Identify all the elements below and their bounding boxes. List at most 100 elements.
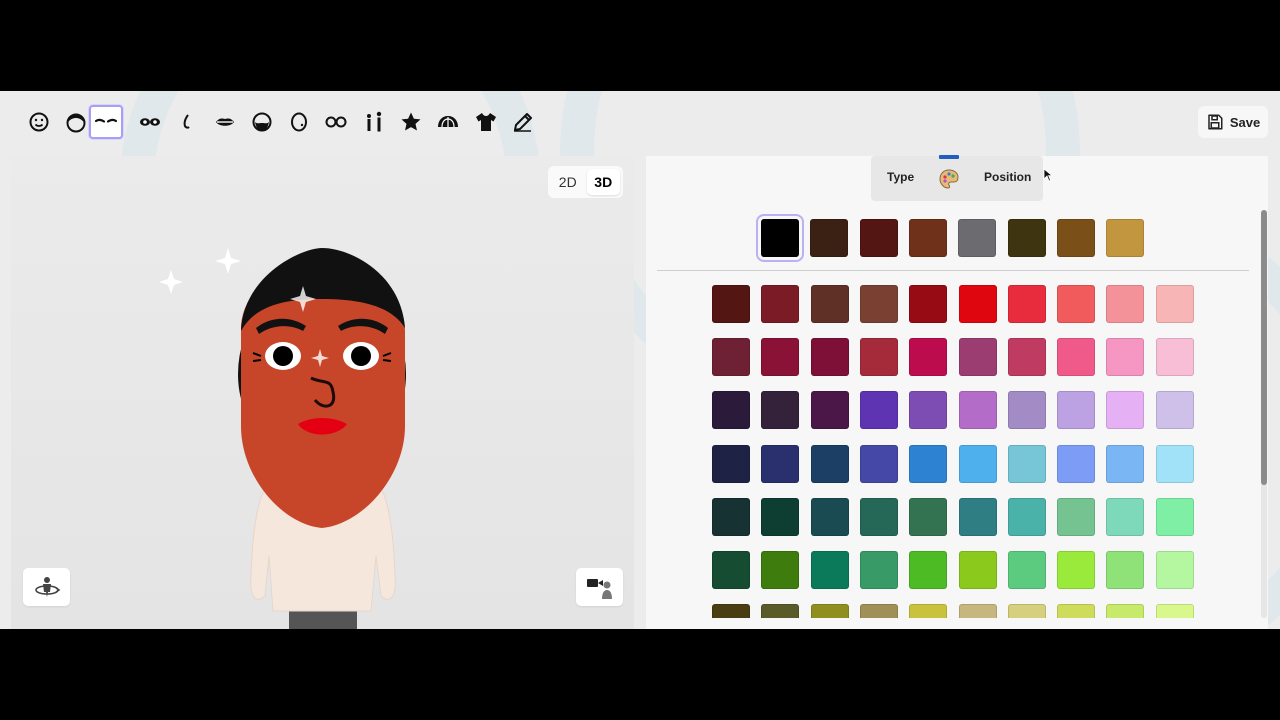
tool-nose[interactable] <box>170 105 204 139</box>
color-swatch[interactable] <box>958 551 997 589</box>
color-swatch[interactable] <box>1007 285 1046 323</box>
color-swatch[interactable] <box>909 604 948 618</box>
tool-hair[interactable] <box>59 105 93 139</box>
tab-position[interactable]: Position <box>984 170 1031 184</box>
color-swatch[interactable] <box>761 391 800 430</box>
color-swatch[interactable] <box>1007 219 1046 257</box>
color-swatch[interactable] <box>810 551 849 589</box>
tool-body[interactable] <box>357 105 391 139</box>
character-preview[interactable] <box>11 156 634 629</box>
color-swatch[interactable] <box>712 285 750 323</box>
view-2d-button[interactable]: 2D <box>551 169 585 195</box>
tool-headwear[interactable] <box>431 105 465 139</box>
color-swatch[interactable] <box>810 391 849 430</box>
color-swatch[interactable] <box>1106 219 1145 257</box>
color-swatch[interactable] <box>712 497 750 536</box>
color-swatch[interactable] <box>909 497 948 536</box>
color-swatch[interactable] <box>1007 551 1046 589</box>
color-swatch[interactable] <box>1155 285 1194 323</box>
palette-icon[interactable] <box>938 168 960 190</box>
color-swatch[interactable] <box>810 444 849 483</box>
color-swatch[interactable] <box>909 338 948 377</box>
color-swatch[interactable] <box>859 551 898 589</box>
color-swatch[interactable] <box>1007 497 1046 536</box>
color-swatch[interactable] <box>761 338 800 377</box>
color-swatch[interactable] <box>712 391 750 430</box>
tool-mouth[interactable] <box>208 105 242 139</box>
color-swatch[interactable] <box>810 285 849 323</box>
color-swatch[interactable] <box>1106 551 1145 589</box>
color-swatch[interactable] <box>958 219 997 257</box>
color-swatch[interactable] <box>909 551 948 589</box>
color-swatch[interactable] <box>712 444 750 483</box>
color-swatch[interactable] <box>908 219 947 257</box>
color-swatch[interactable] <box>1106 285 1145 323</box>
color-swatch[interactable] <box>958 391 997 430</box>
camera-pose-button[interactable] <box>576 568 623 606</box>
tool-beard[interactable] <box>245 105 279 139</box>
color-swatch[interactable] <box>1056 219 1095 257</box>
color-swatch[interactable] <box>1106 391 1145 430</box>
color-swatch[interactable] <box>859 338 898 377</box>
color-swatch[interactable] <box>1057 285 1096 323</box>
color-swatch[interactable] <box>810 604 849 618</box>
tool-eyebrows[interactable] <box>89 105 123 139</box>
color-swatch[interactable] <box>958 444 997 483</box>
tool-favorite[interactable] <box>394 105 428 139</box>
color-swatch[interactable] <box>859 604 898 618</box>
color-swatch[interactable] <box>859 444 898 483</box>
color-swatch[interactable] <box>859 497 898 536</box>
color-swatch[interactable] <box>1155 444 1194 483</box>
color-swatch[interactable] <box>810 497 849 536</box>
tool-glasses[interactable] <box>319 105 353 139</box>
color-swatch[interactable] <box>1155 497 1194 536</box>
color-swatch[interactable] <box>1155 604 1194 618</box>
color-swatch[interactable] <box>909 444 948 483</box>
save-button[interactable]: Save <box>1198 106 1268 138</box>
color-swatch[interactable] <box>761 604 800 618</box>
color-swatch[interactable] <box>810 338 849 377</box>
color-swatch[interactable] <box>1057 391 1096 430</box>
color-swatch[interactable] <box>761 551 800 589</box>
scrollbar-thumb[interactable] <box>1261 210 1267 485</box>
rotate-view-button[interactable] <box>23 568 70 606</box>
tab-type[interactable]: Type <box>887 170 914 184</box>
color-swatch[interactable] <box>1106 497 1145 536</box>
color-swatch[interactable] <box>761 444 800 483</box>
color-swatch[interactable] <box>859 285 898 323</box>
color-swatch[interactable] <box>1155 551 1194 589</box>
color-swatch[interactable] <box>909 285 948 323</box>
color-swatch[interactable] <box>712 338 750 377</box>
color-swatch[interactable] <box>1057 338 1096 377</box>
color-swatch[interactable] <box>1007 604 1046 618</box>
tool-eyes[interactable] <box>133 105 167 139</box>
color-swatch[interactable] <box>958 338 997 377</box>
color-swatch[interactable] <box>1057 497 1096 536</box>
color-swatch[interactable] <box>1007 338 1046 377</box>
color-swatch[interactable] <box>958 497 997 536</box>
tool-face[interactable] <box>22 105 56 139</box>
color-swatch[interactable] <box>1057 444 1096 483</box>
color-swatch[interactable] <box>909 391 948 430</box>
color-swatch[interactable] <box>761 285 800 323</box>
color-swatch[interactable] <box>1155 338 1194 377</box>
tool-clothing[interactable] <box>469 105 503 139</box>
color-swatch[interactable] <box>1007 444 1046 483</box>
color-swatch[interactable] <box>712 551 750 589</box>
color-swatch[interactable] <box>1106 338 1145 377</box>
color-swatch[interactable] <box>810 219 849 257</box>
color-swatch[interactable] <box>756 214 804 262</box>
color-swatch[interactable] <box>1007 391 1046 430</box>
color-swatch[interactable] <box>958 285 997 323</box>
color-swatch[interactable] <box>1106 444 1145 483</box>
color-swatch[interactable] <box>1155 391 1194 430</box>
color-swatch[interactable] <box>1106 604 1145 618</box>
color-swatch[interactable] <box>1057 604 1096 618</box>
tool-mole[interactable] <box>282 105 316 139</box>
color-swatch[interactable] <box>958 604 997 618</box>
color-swatch[interactable] <box>859 391 898 430</box>
view-3d-button[interactable]: 3D <box>586 169 620 195</box>
color-swatch[interactable] <box>712 604 750 618</box>
color-swatch[interactable] <box>761 497 800 536</box>
color-swatch[interactable] <box>1057 551 1096 589</box>
